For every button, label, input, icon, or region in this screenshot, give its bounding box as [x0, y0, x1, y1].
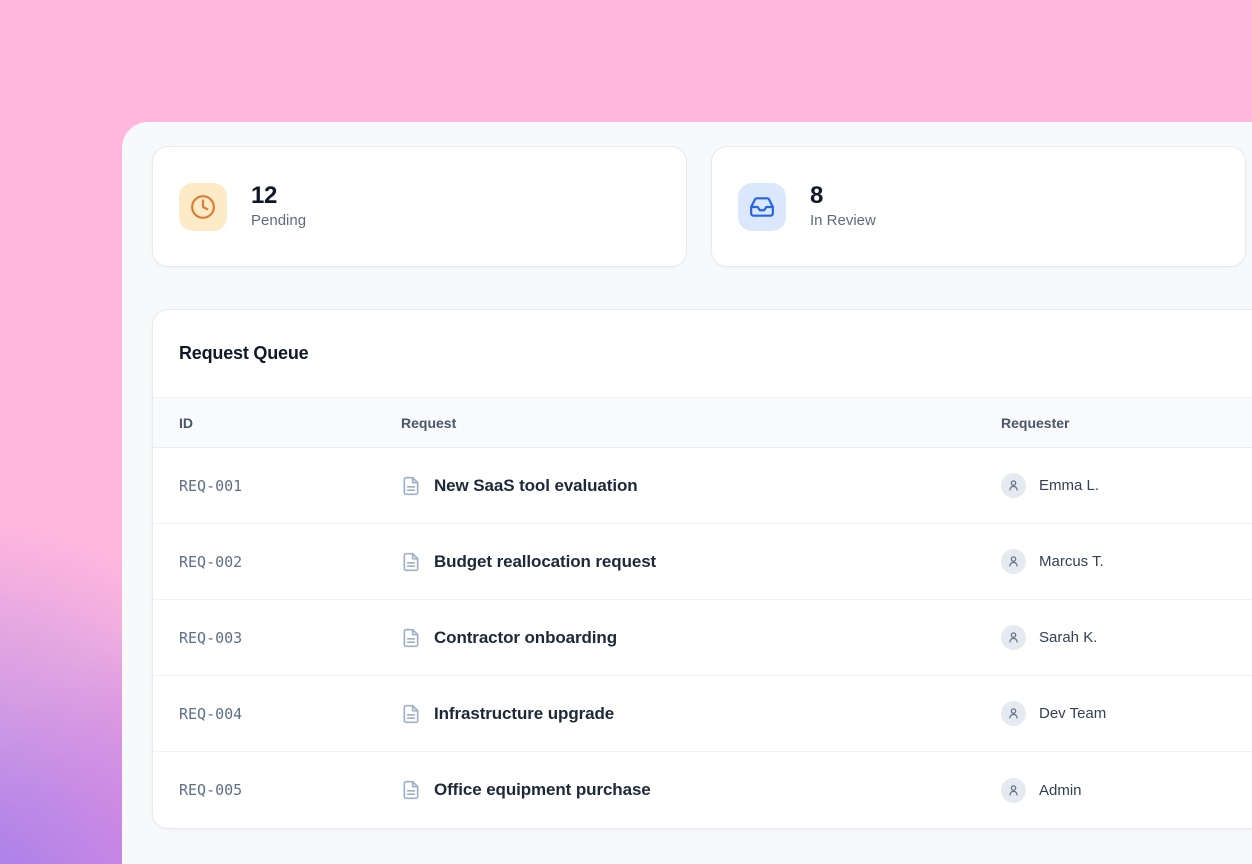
- pending-count: 12: [251, 182, 306, 209]
- main-panel: 12 Pending 8 In Review Request Queue ID …: [122, 122, 1252, 864]
- requester-name: Emma L.: [1039, 477, 1099, 494]
- request-cell: Contractor onboarding: [401, 628, 1001, 648]
- user-avatar-icon: [1001, 473, 1026, 498]
- request-queue-card: Request Queue ID Request Requester REQ-0…: [152, 309, 1252, 829]
- table-row[interactable]: REQ-002 Budget reallocation request Marc…: [153, 524, 1252, 600]
- stat-card-in-review: 8 In Review: [711, 146, 1246, 267]
- column-header-id: ID: [179, 415, 401, 431]
- stat-card-pending: 12 Pending: [152, 146, 687, 267]
- table-row[interactable]: REQ-003 Contractor onboarding Sarah K.: [153, 600, 1252, 676]
- stat-text-in-review: 8 In Review: [810, 182, 876, 231]
- request-title: Infrastructure upgrade: [434, 704, 614, 724]
- request-cell: Office equipment purchase: [401, 780, 1001, 800]
- user-avatar-icon: [1001, 625, 1026, 650]
- document-icon: [401, 704, 421, 724]
- request-cell: Infrastructure upgrade: [401, 704, 1001, 724]
- request-cell: New SaaS tool evaluation: [401, 476, 1001, 496]
- requester-cell: Admin: [1001, 778, 1252, 803]
- request-id: REQ-004: [179, 705, 401, 723]
- stats-row: 12 Pending 8 In Review: [152, 146, 1246, 267]
- queue-header: Request Queue: [153, 310, 1252, 398]
- table-row[interactable]: REQ-005 Office equipment purchase Admin: [153, 752, 1252, 828]
- document-icon: [401, 552, 421, 572]
- app-background: { "colors": { "background_pink": "#ffb7d…: [0, 0, 1252, 864]
- request-id: REQ-002: [179, 553, 401, 571]
- column-header-requester: Requester: [1001, 415, 1252, 431]
- inbox-icon: [738, 183, 786, 231]
- requester-name: Dev Team: [1039, 705, 1106, 722]
- requester-cell: Emma L.: [1001, 473, 1252, 498]
- request-title: Contractor onboarding: [434, 628, 617, 648]
- request-cell: Budget reallocation request: [401, 552, 1001, 572]
- column-header-request: Request: [401, 415, 1001, 431]
- document-icon: [401, 780, 421, 800]
- document-icon: [401, 628, 421, 648]
- in-review-label: In Review: [810, 210, 876, 231]
- stat-text-pending: 12 Pending: [251, 182, 306, 231]
- request-id: REQ-001: [179, 477, 401, 495]
- requester-name: Admin: [1039, 782, 1082, 799]
- requester-cell: Marcus T.: [1001, 549, 1252, 574]
- request-id: REQ-003: [179, 629, 401, 647]
- table-body: REQ-001 New SaaS tool evaluation Emma L.: [153, 448, 1252, 828]
- queue-title: Request Queue: [179, 343, 308, 364]
- user-avatar-icon: [1001, 549, 1026, 574]
- user-avatar-icon: [1001, 778, 1026, 803]
- document-icon: [401, 476, 421, 496]
- request-title: Budget reallocation request: [434, 552, 656, 572]
- in-review-count: 8: [810, 182, 876, 209]
- clock-icon: [179, 183, 227, 231]
- table-row[interactable]: REQ-004 Infrastructure upgrade Dev Team: [153, 676, 1252, 752]
- pending-label: Pending: [251, 210, 306, 231]
- request-title: New SaaS tool evaluation: [434, 476, 638, 496]
- table-row[interactable]: REQ-001 New SaaS tool evaluation Emma L.: [153, 448, 1252, 524]
- requester-name: Sarah K.: [1039, 629, 1097, 646]
- requester-name: Marcus T.: [1039, 553, 1104, 570]
- user-avatar-icon: [1001, 701, 1026, 726]
- table-header-row: ID Request Requester: [153, 398, 1252, 448]
- request-id: REQ-005: [179, 781, 401, 799]
- requester-cell: Sarah K.: [1001, 625, 1252, 650]
- request-title: Office equipment purchase: [434, 780, 651, 800]
- requester-cell: Dev Team: [1001, 701, 1252, 726]
